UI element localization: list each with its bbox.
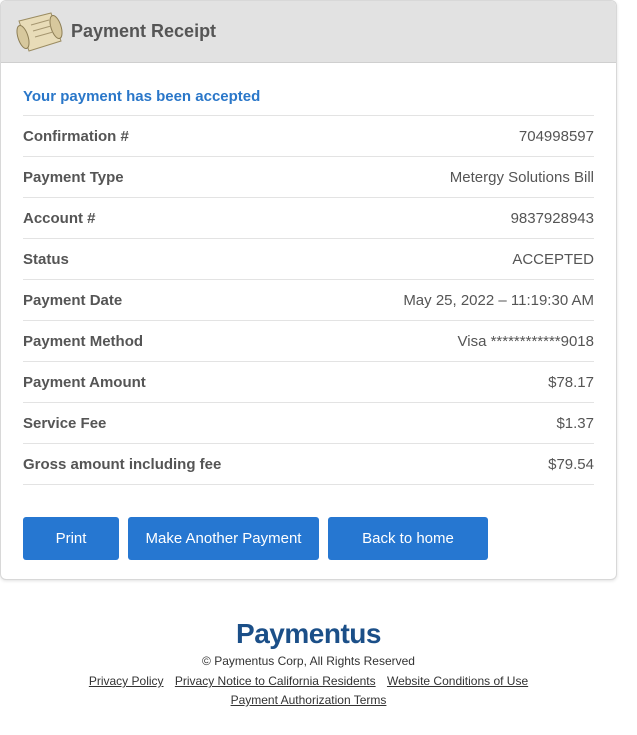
receipt-row-payment-date: Payment Date May 25, 2022 – 11:19:30 AM <box>23 280 594 321</box>
privacy-policy-link[interactable]: Privacy Policy <box>89 674 164 688</box>
copyright-text: © Paymentus Corp, All Rights Reserved <box>202 654 415 668</box>
california-privacy-link[interactable]: Privacy Notice to California Residents <box>175 674 376 688</box>
footer-links: Privacy Policy Privacy Notice to Califor… <box>0 672 617 710</box>
back-to-home-button[interactable]: Back to home <box>328 517 488 560</box>
receipt-row-payment-type: Payment Type Metergy Solutions Bill <box>23 157 594 198</box>
receipt-scroll-icon <box>16 11 63 52</box>
receipt-row-payment-amount: Payment Amount $78.17 <box>23 362 594 403</box>
receipt-card: Payment Receipt Your payment has been ac… <box>0 0 617 580</box>
row-label: Payment Date <box>23 291 123 309</box>
row-label: Payment Amount <box>23 373 146 391</box>
row-value: 704998597 <box>518 127 594 145</box>
receipt-row-gross-amount: Gross amount including fee $79.54 <box>23 444 594 485</box>
row-label: Payment Method <box>23 332 144 350</box>
row-value: May 25, 2022 – 11:19:30 AM <box>403 291 594 309</box>
receipt-body: Your payment has been accepted Confirmat… <box>1 63 616 560</box>
row-value: Metergy Solutions Bill <box>449 168 594 186</box>
row-label: Confirmation # <box>23 127 129 145</box>
receipt-row-status: Status ACCEPTED <box>23 239 594 280</box>
receipt-row-service-fee: Service Fee $1.37 <box>23 403 594 444</box>
row-label: Service Fee <box>23 414 107 432</box>
row-value: $78.17 <box>548 373 594 391</box>
row-value: $79.54 <box>548 455 594 473</box>
receipt-row-account: Account # 9837928943 <box>23 198 594 239</box>
print-button[interactable]: Print <box>23 517 119 560</box>
receipt-row-payment-method: Payment Method Visa ************9018 <box>23 321 594 362</box>
row-label: Payment Type <box>23 168 124 186</box>
row-value: Visa ************9018 <box>457 332 595 350</box>
website-conditions-link[interactable]: Website Conditions of Use <box>387 674 528 688</box>
action-buttons: Print Make Another Payment Back to home <box>23 517 594 560</box>
row-value: ACCEPTED <box>512 250 594 268</box>
row-label: Gross amount including fee <box>23 455 222 473</box>
payment-accepted-message: Your payment has been accepted <box>23 86 594 116</box>
row-label: Account # <box>23 209 96 227</box>
receipt-row-confirmation: Confirmation # 704998597 <box>23 116 594 157</box>
paymentus-logo: Paymentus <box>236 618 381 649</box>
row-label: Status <box>23 250 69 268</box>
page-title: Payment Receipt <box>71 21 217 41</box>
row-value: $1.37 <box>556 414 594 432</box>
footer: Paymentus © Paymentus Corp, All Rights R… <box>0 600 617 710</box>
make-another-payment-button[interactable]: Make Another Payment <box>128 517 319 560</box>
card-header: Payment Receipt <box>1 1 616 63</box>
row-value: 9837928943 <box>510 209 594 227</box>
payment-authorization-terms-link[interactable]: Payment Authorization Terms <box>231 693 387 707</box>
